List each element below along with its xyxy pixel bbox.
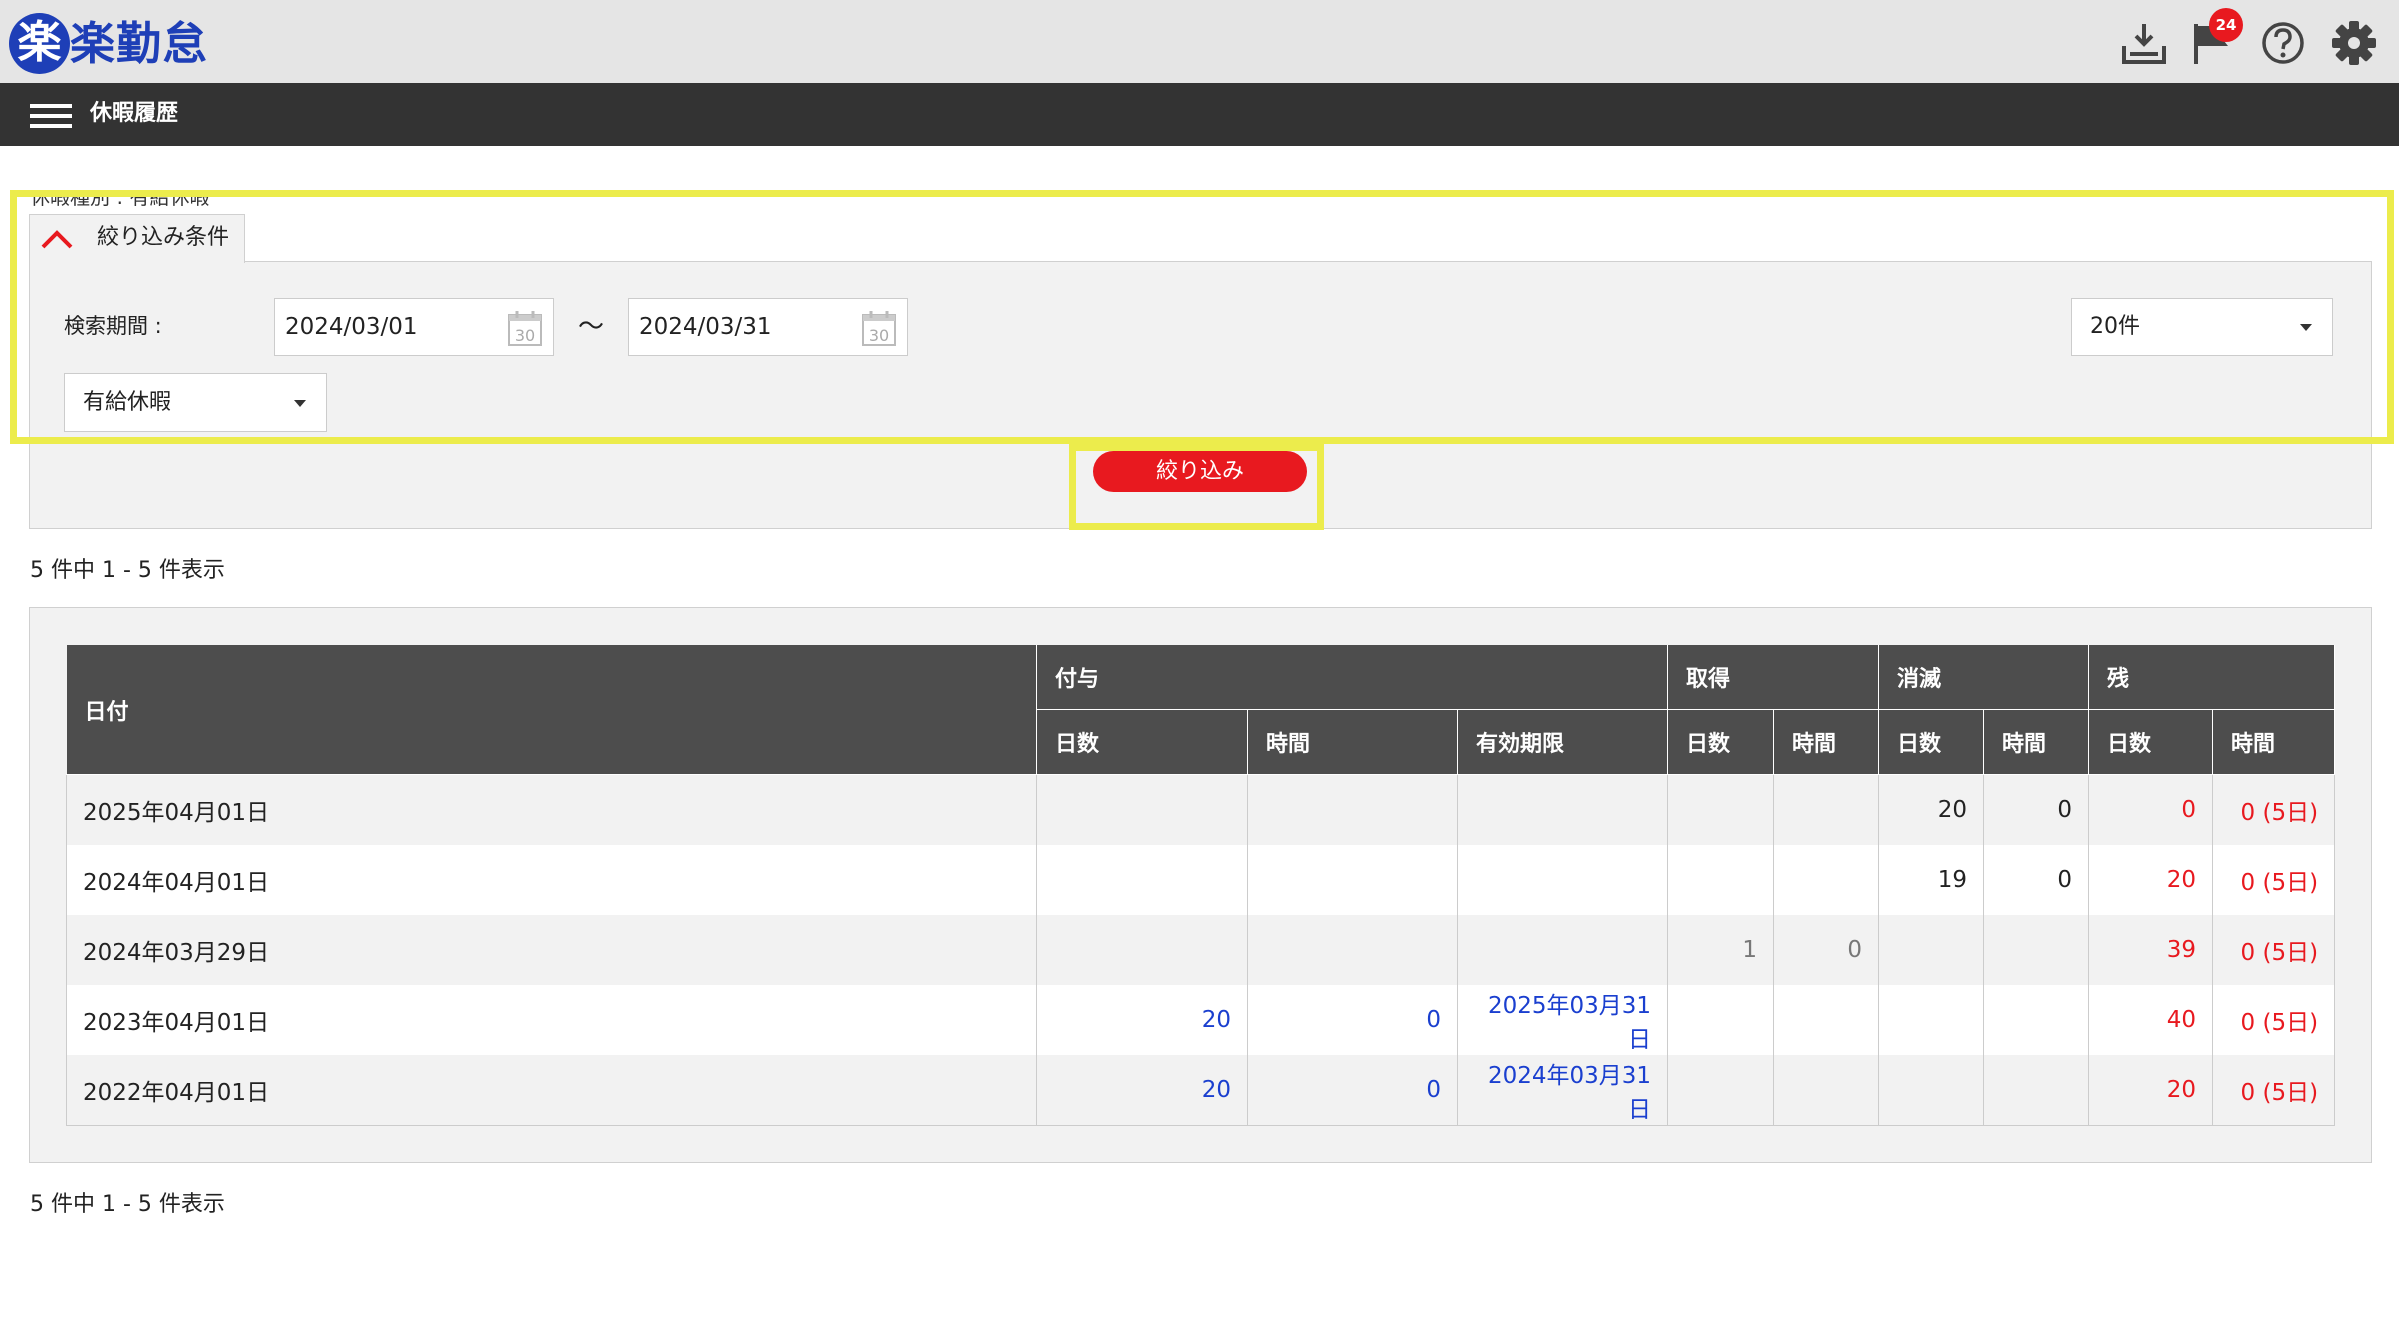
expired-days-cell [1878,915,1985,985]
gear-icon[interactable] [2328,18,2380,68]
column-header-granted: 付与 [1036,645,1669,710]
taken-time-cell [1773,985,1880,1055]
column-header-expired-days: 日数 [1878,709,1985,775]
column-header-taken: 取得 [1667,645,1880,710]
taken-days-cell [1667,774,1775,845]
expired-days-cell: 20 [1878,774,1985,845]
table-row: 2025年04月01日 20 0 0 0 (5日) [66,774,2336,845]
nav-bar [0,83,2399,146]
remaining-days-cell: 0 [2088,774,2214,845]
date-cell: 2024年04月01日 [66,845,1037,915]
remaining-days-cell: 40 [2088,985,2214,1055]
date-cell: 2022年04月01日 [66,1055,1037,1126]
top-header [0,0,2399,83]
expired-time-cell [1983,985,2090,1055]
column-header-granted-time: 時間 [1247,709,1458,775]
leave-history-table: 日付 付与 取得 消滅 残 日数 時間 有効期限 日数 時間 日数 時間 日数 … [66,645,2336,1126]
help-icon[interactable] [2257,18,2309,68]
taken-time-cell [1773,774,1880,845]
expiry-cell [1457,774,1669,845]
granted-days-cell: 20 [1036,985,1248,1055]
remaining-time-cell: 0 (5日) [2212,774,2336,845]
expired-time-cell [1983,1055,2090,1126]
remaining-time-cell: 0 (5日) [2212,1055,2336,1126]
granted-time-cell [1247,774,1458,845]
highlight-box [1069,444,1324,530]
column-header-expiry: 有効期限 [1457,709,1669,775]
inbox-download-icon[interactable] [2118,18,2170,68]
expired-days-cell: 19 [1878,845,1985,915]
granted-time-cell: 0 [1247,1055,1458,1126]
remaining-days-cell: 39 [2088,915,2214,985]
date-cell: 2024年03月29日 [66,915,1037,985]
column-header-taken-days: 日数 [1667,709,1775,775]
column-header-expired: 消滅 [1878,645,2090,710]
table-row: 2024年04月01日 19 0 20 0 (5日) [66,845,2336,915]
taken-days-cell [1667,985,1775,1055]
expiry-cell [1457,915,1669,985]
result-count: 5 件中 1 - 5 件表示 [30,558,225,583]
granted-days-cell [1036,774,1248,845]
remaining-days-cell: 20 [2088,845,2214,915]
table-row: 2023年04月01日 20 0 2025年03月31日 40 0 (5日) [66,985,2336,1055]
expired-days-cell [1878,1055,1985,1126]
column-header-date: 日付 [66,645,1037,775]
logo-text[interactable]: 楽勤怠 [70,14,208,74]
logo-mark[interactable]: 楽 [9,13,70,74]
taken-time-cell [1773,1055,1880,1126]
column-header-remaining-time: 時間 [2212,709,2336,775]
expired-days-cell [1878,985,1985,1055]
expired-time-cell: 0 [1983,845,2090,915]
taken-time-cell [1773,845,1880,915]
remaining-days-cell: 20 [2088,1055,2214,1126]
expiry-cell: 2025年03月31日 [1457,985,1669,1055]
column-header-remaining-days: 日数 [2088,709,2214,775]
taken-time-cell: 0 [1773,915,1880,985]
expiry-cell: 2024年03月31日 [1457,1055,1669,1126]
granted-time-cell [1247,915,1458,985]
expired-time-cell [1983,915,2090,985]
granted-time-cell: 0 [1247,985,1458,1055]
notification-badge: 24 [2209,8,2243,42]
column-header-expired-time: 時間 [1983,709,2090,775]
result-count: 5 件中 1 - 5 件表示 [30,1192,225,1217]
column-header-granted-days: 日数 [1036,709,1248,775]
column-header-remaining: 残 [2088,645,2336,710]
granted-days-cell [1036,845,1248,915]
remaining-time-cell: 0 (5日) [2212,915,2336,985]
granted-days-cell: 20 [1036,1055,1248,1126]
expired-time-cell: 0 [1983,774,2090,845]
expiry-cell [1457,845,1669,915]
hamburger-menu-icon[interactable] [30,104,72,128]
page-title: 休暇履歴 [90,101,179,126]
table-row: 2022年04月01日 20 0 2024年03月31日 20 0 (5日) [66,1055,2336,1126]
granted-days-cell [1036,915,1248,985]
taken-days-cell [1667,1055,1775,1126]
column-header-taken-time: 時間 [1773,709,1880,775]
date-cell: 2023年04月01日 [66,985,1037,1055]
taken-days-cell [1667,845,1775,915]
highlight-box [10,190,2394,444]
table-row: 2024年03月29日 1 0 39 0 (5日) [66,915,2336,985]
remaining-time-cell: 0 (5日) [2212,985,2336,1055]
remaining-time-cell: 0 (5日) [2212,845,2336,915]
taken-days-cell: 1 [1667,915,1775,985]
granted-time-cell [1247,845,1458,915]
date-cell: 2025年04月01日 [66,774,1037,845]
